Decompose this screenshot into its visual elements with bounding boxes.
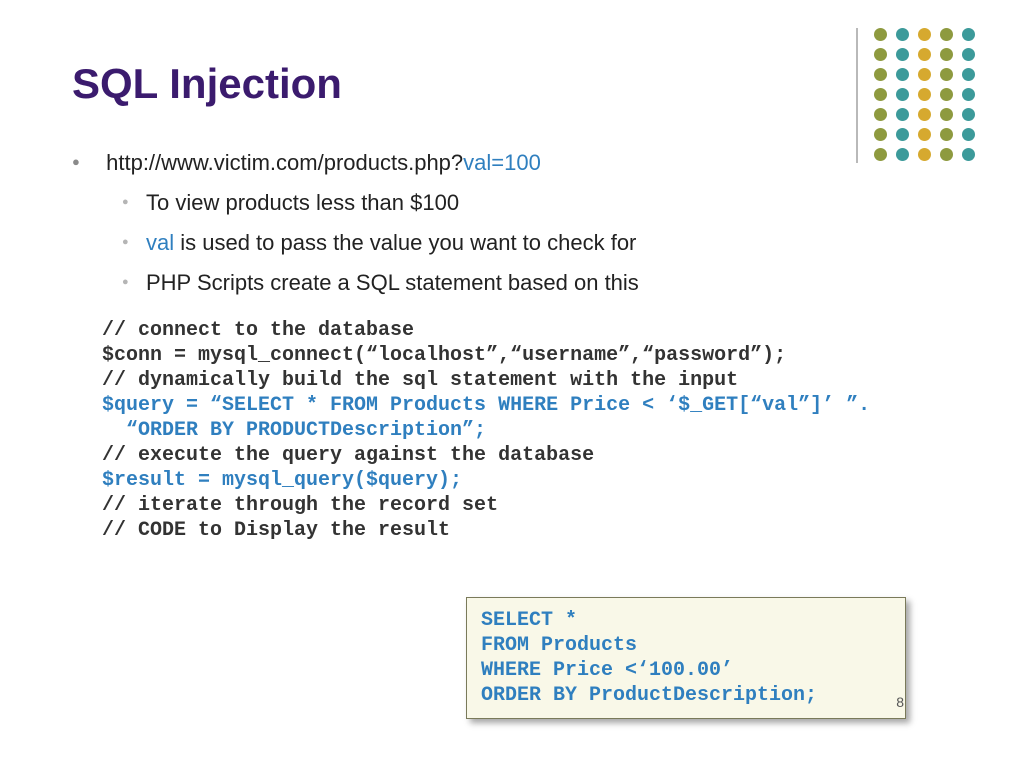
sub2-text: is used to pass the value you want to ch… [174,230,636,255]
code-line-result: $result = mysql_query($query); [102,469,462,492]
corner-decoration [868,28,988,163]
url-param: val=100 [463,150,541,175]
page-number: 8 [896,694,904,710]
code-line-query1: $query = “SELECT * FROM Products WHERE P… [102,394,870,417]
sql-line-4: ORDER BY ProductDescription; [481,684,817,707]
code-line-query2: “ORDER BY PRODUCTDescription”; [102,419,486,442]
code-comment-4: // iterate through the record set [102,494,498,517]
sql-line-3: WHERE Price <‘100.00’ [481,659,733,682]
code-comment-5: // CODE to Display the result [102,519,450,542]
sql-result-box: SELECT * FROM Products WHERE Price <‘100… [466,597,906,719]
bullet-item-url: http://www.victim.com/products.php?val=1… [72,146,952,300]
code-comment-1: // connect to the database [102,319,414,342]
sub-bullet-2: val is used to pass the value you want t… [122,226,952,260]
url-text: http://www.victim.com/products.php? [106,150,463,175]
slide: SQL Injection http://www.victim.com/prod… [0,0,1024,768]
sub-bullet-1: To view products less than $100 [122,186,952,220]
sql-line-2: FROM Products [481,634,637,657]
sub2-highlight: val [146,230,174,255]
divider-line [856,28,858,163]
code-comment-3: // execute the query against the databas… [102,444,594,467]
sub-bullet-list: To view products less than $100 val is u… [122,186,952,300]
sql-line-1: SELECT * [481,609,577,632]
code-comment-2: // dynamically build the sql statement w… [102,369,738,392]
php-code-block: // connect to the database $conn = mysql… [102,318,952,543]
slide-title: SQL Injection [72,60,952,108]
bullet-list: http://www.victim.com/products.php?val=1… [72,146,952,300]
sub-bullet-3: PHP Scripts create a SQL statement based… [122,266,952,300]
code-line-conn: $conn = mysql_connect(“localhost”,“usern… [102,344,786,367]
